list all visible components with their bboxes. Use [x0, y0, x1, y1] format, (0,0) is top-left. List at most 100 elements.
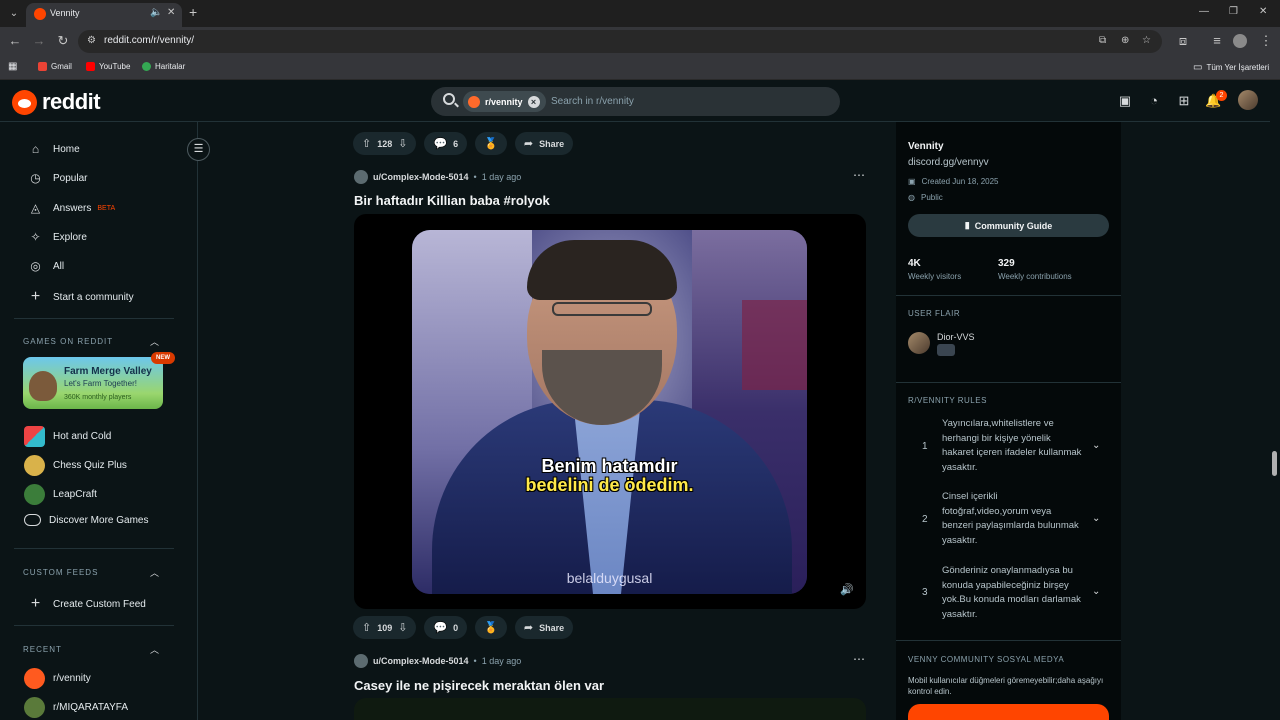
post-author[interactable]: u/Complex-Mode-5014: [373, 172, 469, 182]
game-subtitle: Let's Farm Together!: [64, 379, 137, 388]
chevron-up-icon[interactable]: ︿: [150, 335, 159, 348]
featured-game-card[interactable]: Farm Merge Valley Let's Farm Together! 3…: [23, 357, 163, 409]
game-item-discover[interactable]: Discover More Games: [24, 514, 148, 526]
post-title[interactable]: Bir haftadır Killian baba #rolyok: [354, 193, 550, 208]
chevron-up-icon[interactable]: ︿: [150, 643, 159, 656]
downvote-icon[interactable]: ⇩: [398, 621, 407, 634]
flair-avatar[interactable]: [908, 332, 930, 354]
audio-icon[interactable]: 🔈: [150, 7, 162, 18]
upvote-icon[interactable]: ⇧: [362, 137, 371, 150]
sidebar-item-answers[interactable]: ◬ Answers BETA: [28, 201, 115, 215]
user-avatar[interactable]: [354, 170, 368, 184]
sidebar-item-explore[interactable]: ✧ Explore: [28, 230, 86, 244]
search-icon: [443, 93, 455, 105]
share-label: Share: [539, 138, 565, 149]
vote-pill[interactable]: ⇧ 109 ⇩: [353, 616, 417, 639]
game-item-chess-quiz[interactable]: Chess Quiz Plus: [24, 455, 127, 476]
reddit-logo[interactable]: reddit: [12, 89, 101, 115]
recent-header[interactable]: RECENT: [23, 645, 62, 654]
chevron-down-icon[interactable]: ⌄: [1092, 586, 1100, 597]
restore-icon[interactable]: ❐: [1229, 6, 1238, 17]
share-button[interactable]: ➦ Share: [514, 616, 574, 639]
reading-list-icon[interactable]: ≡: [1209, 33, 1225, 48]
bookmark-gmail[interactable]: Gmail: [38, 62, 72, 71]
search-input[interactable]: r/vennity × Search in r/vennity: [431, 87, 840, 116]
profile-avatar-icon[interactable]: [1233, 34, 1247, 48]
more-options-icon[interactable]: ⋯: [853, 652, 865, 666]
user-avatar[interactable]: [1238, 90, 1258, 110]
chevron-up-icon[interactable]: ︿: [150, 566, 159, 579]
minimize-icon[interactable]: —: [1199, 6, 1209, 17]
game-item-hot-and-cold[interactable]: Hot and Cold: [24, 426, 111, 447]
sidebar-item-popular[interactable]: ◷ Popular: [28, 171, 87, 185]
chip-remove-icon[interactable]: ×: [527, 95, 540, 108]
chevron-down-icon[interactable]: ⌄: [1092, 513, 1100, 524]
rule-text[interactable]: Yayıncılara,whitelistlere ve herhangi bi…: [942, 417, 1082, 476]
rule-text[interactable]: Gönderiniz onaylanmadıysa bu konuda yapa…: [942, 564, 1082, 623]
more-options-icon[interactable]: ⋯: [853, 168, 865, 182]
sidebar-item-start-community[interactable]: + Start a community: [28, 288, 134, 306]
flair-badge-icon: [937, 344, 955, 356]
address-bar[interactable]: ⚙ reddit.com/r/vennity/ ⧉ ⊕ ☆: [78, 30, 1162, 53]
rule-text[interactable]: Cinsel içerikli fotoğraf,video,yorum vey…: [942, 490, 1082, 549]
scrollbar-thumb[interactable]: [1272, 451, 1277, 476]
share-button[interactable]: ➦ Share: [514, 132, 574, 155]
recent-item-vennity[interactable]: r/vennity: [24, 668, 91, 689]
tab-close-icon[interactable]: ✕: [167, 7, 175, 18]
post-media[interactable]: [354, 698, 866, 720]
video-frame[interactable]: Benim hatamdır bedelini de ödedim. belal…: [412, 230, 807, 594]
sidebar-item-home[interactable]: ⌂ Home: [28, 142, 80, 156]
post-author[interactable]: u/Complex-Mode-5014: [373, 656, 469, 666]
flair-name[interactable]: Dior-VVS: [937, 332, 975, 342]
zoom-icon[interactable]: ⊕: [1121, 35, 1129, 46]
close-window-icon[interactable]: ✕: [1259, 6, 1267, 17]
reload-icon[interactable]: ↻: [55, 33, 71, 49]
share-label: Share: [539, 622, 565, 633]
back-icon[interactable]: ←: [7, 33, 23, 48]
bookmark-maps[interactable]: Haritalar: [142, 62, 185, 71]
scrollbar[interactable]: [1270, 81, 1280, 720]
social-link-button[interactable]: [908, 704, 1109, 720]
downvote-icon[interactable]: ⇩: [398, 137, 407, 150]
recent-item-miqaratayfa[interactable]: r/MIQARATAYFA: [24, 697, 128, 718]
custom-feeds-header[interactable]: CUSTOM FEEDS: [23, 568, 98, 577]
apps-icon[interactable]: ▦: [8, 61, 17, 72]
all-bookmarks[interactable]: ▭ Tüm Yer İşaretleri: [1193, 62, 1269, 73]
bookmark-youtube[interactable]: YouTube: [86, 62, 130, 71]
extensions-icon[interactable]: ⧈: [1175, 33, 1191, 49]
vote-pill[interactable]: ⇧ 128 ⇩: [353, 132, 417, 155]
post-video[interactable]: Benim hatamdır bedelini de ödedim. belal…: [354, 214, 866, 609]
advertise-icon[interactable]: ▣: [1117, 93, 1133, 109]
collapse-sidebar-button[interactable]: ☰: [187, 138, 210, 161]
community-guide-button[interactable]: ▮ Community Guide: [908, 214, 1109, 237]
sidebar-item-all[interactable]: ◎ All: [28, 259, 64, 273]
new-badge: NEW: [151, 352, 175, 364]
bookmarks-bar: ▦ Gmail YouTube Haritalar ▭ Tüm Yer İşare…: [0, 56, 1280, 80]
user-avatar[interactable]: [354, 654, 368, 668]
menu-icon[interactable]: ⋮: [1258, 33, 1274, 49]
create-post-icon[interactable]: ⊞: [1176, 93, 1192, 109]
volume-icon[interactable]: 🔊: [840, 583, 854, 597]
comments-button[interactable]: 💬 0: [424, 616, 468, 639]
comments-button[interactable]: 💬 6: [424, 132, 468, 155]
award-button[interactable]: 🏅: [475, 132, 507, 155]
site-info-icon[interactable]: ⚙: [87, 35, 96, 46]
rules-header: R/VENNITY RULES: [908, 396, 987, 405]
post-title[interactable]: Casey ile ne pişirecek meraktan ölen var: [354, 678, 604, 693]
browser-tab[interactable]: Vennity 🔈 ✕: [26, 3, 182, 27]
forward-icon[interactable]: →: [31, 33, 47, 48]
chevron-down-icon[interactable]: ⌄: [1092, 440, 1100, 451]
games-section-header[interactable]: GAMES ON REDDIT: [23, 337, 113, 346]
new-tab-icon[interactable]: +: [189, 4, 197, 20]
tab-search-icon[interactable]: ⌄: [6, 6, 22, 22]
upvote-icon[interactable]: ⇧: [362, 621, 371, 634]
video-person: [527, 240, 677, 300]
game-item-leapcraft[interactable]: LeapCraft: [24, 484, 97, 505]
award-button[interactable]: 🏅: [475, 616, 507, 639]
chat-icon[interactable]: ◔: [1146, 93, 1162, 109]
install-icon[interactable]: ⧉: [1099, 35, 1106, 46]
bookmark-star-icon[interactable]: ☆: [1142, 35, 1151, 46]
sidebar-divider: [14, 318, 174, 319]
create-custom-feed[interactable]: + Create Custom Feed: [28, 595, 146, 613]
chip-label: r/vennity: [485, 96, 523, 107]
